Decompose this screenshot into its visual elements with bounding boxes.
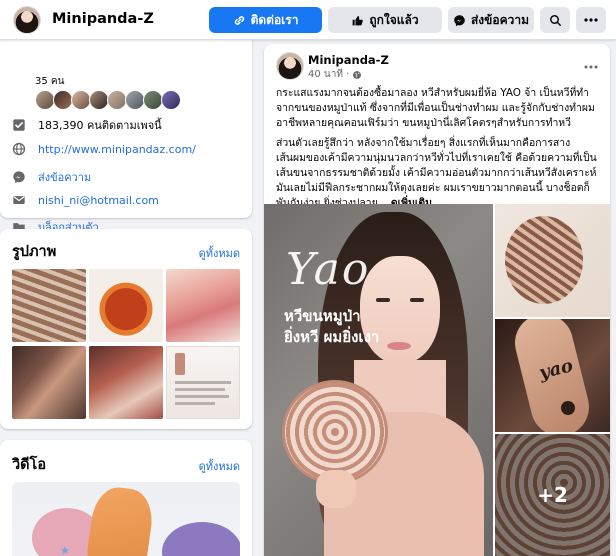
send-message-link[interactable]: ส่งข้อความ bbox=[38, 168, 91, 186]
send-message-button-label: ส่งข้อความ bbox=[470, 12, 529, 27]
videos-title: วิดีโอ bbox=[12, 457, 47, 473]
link-icon bbox=[234, 15, 244, 25]
message-row: ส่งข้อความ bbox=[12, 168, 91, 186]
post-paragraph-text: ส่วนตัวเลยรู้สึกว่า หลังจากใช้มาเรื่อยๆ … bbox=[276, 137, 597, 209]
photos-card: รูปภาพ ดูทั้งหมด bbox=[0, 229, 252, 429]
more-dots-icon bbox=[584, 65, 598, 69]
videos-card: วิดีโอ ดูทั้งหมด ★ bbox=[0, 440, 252, 556]
post-photo[interactable] bbox=[495, 204, 610, 317]
more-photos-count: +2 bbox=[537, 483, 568, 507]
search-icon bbox=[549, 14, 561, 26]
page-title[interactable]: Minipanda-Z bbox=[52, 11, 154, 27]
website-row: http://www.minipandaz.com/ bbox=[12, 142, 196, 156]
about-card: 35 คน 183,390 คนติดตามเพจนี้ http://www.… bbox=[0, 30, 252, 234]
photos-see-all-link[interactable]: ดูทั้งหมด bbox=[199, 244, 240, 262]
friends-count: 35 คน bbox=[35, 76, 65, 87]
more-photos-overlay: +2 bbox=[495, 434, 610, 556]
followers-row: 183,390 คนติดตามเพจนี้ bbox=[12, 116, 162, 134]
post-photo-more[interactable]: +2 bbox=[495, 434, 610, 556]
post-options-button[interactable] bbox=[584, 54, 598, 73]
photo-thumbnail[interactable] bbox=[12, 269, 86, 342]
page-header: Minipanda-Z ติดต่อเรา ถูกใจแล้ว ส่งข้อคว… bbox=[0, 0, 616, 40]
email-link[interactable]: nishi_ni@hotmail.com bbox=[38, 194, 159, 207]
page-avatar[interactable] bbox=[13, 6, 41, 34]
post-author-name[interactable]: Minipanda-Z bbox=[308, 53, 389, 67]
friend-avatar[interactable] bbox=[53, 90, 73, 110]
friend-avatar[interactable] bbox=[107, 90, 127, 110]
contact-button-label: ติดต่อเรา bbox=[250, 12, 299, 27]
friend-avatar[interactable] bbox=[125, 90, 145, 110]
messenger-icon bbox=[12, 170, 26, 184]
messenger-icon bbox=[454, 14, 465, 26]
followers-text: 183,390 คนติดตามเพจนี้ bbox=[38, 119, 162, 132]
overlay-brand-text: Yao bbox=[286, 244, 371, 295]
post-main-photo[interactable]: Yao หวีขนหมูป่า ยิ่งหวี ผมยิ่งเงา bbox=[264, 204, 493, 556]
search-button[interactable] bbox=[540, 7, 570, 33]
overlay-line-2: ยิ่งหวี ผมยิ่งเงา bbox=[284, 328, 380, 346]
photo-thumbnail[interactable] bbox=[166, 269, 240, 342]
friend-avatar[interactable] bbox=[35, 90, 55, 110]
photo-thumbnail[interactable] bbox=[166, 346, 240, 419]
email-icon bbox=[12, 193, 26, 207]
email-row: nishi_ni@hotmail.com bbox=[12, 193, 159, 207]
thumbs-up-icon bbox=[353, 15, 364, 25]
liked-button[interactable]: ถูกใจแล้ว bbox=[328, 7, 442, 33]
photo-thumbnail[interactable] bbox=[12, 346, 86, 419]
friend-avatar[interactable] bbox=[89, 90, 109, 110]
post-author-avatar[interactable] bbox=[276, 52, 304, 80]
website-link[interactable]: http://www.minipandaz.com/ bbox=[38, 143, 196, 156]
photo-thumbnail[interactable] bbox=[89, 269, 163, 342]
post-body: กระแสแรงมากจนต้องซื้อมาลอง หวีสำหรับผมยี… bbox=[276, 86, 598, 216]
more-options-button[interactable] bbox=[576, 7, 606, 33]
star-icon: ★ bbox=[60, 544, 70, 556]
friend-avatar[interactable] bbox=[143, 90, 163, 110]
photo-thumbnail[interactable] bbox=[89, 346, 163, 419]
post-time-text: 40 นาที bbox=[308, 69, 343, 80]
post-timestamp[interactable]: 40 นาที · bbox=[308, 67, 362, 82]
globe-icon bbox=[12, 142, 26, 156]
public-globe-icon bbox=[353, 70, 362, 79]
checkbox-followers-icon bbox=[12, 118, 26, 132]
video-thumbnail[interactable]: ★ bbox=[12, 482, 240, 556]
contact-button[interactable]: ติดต่อเรา bbox=[209, 7, 322, 33]
post-paragraph: ส่วนตัวเลยรู้สึกว่า หลังจากใช้มาเรื่อยๆ … bbox=[276, 136, 598, 211]
post-paragraph: กระแสแรงมากจนต้องซื้อมาลอง หวีสำหรับผมยี… bbox=[276, 87, 595, 129]
videos-see-all-link[interactable]: ดูทั้งหมด bbox=[199, 457, 240, 475]
photos-title: รูปภาพ bbox=[12, 244, 57, 260]
friend-avatar[interactable] bbox=[161, 90, 181, 110]
post-photo[interactable]: yao bbox=[495, 319, 610, 432]
post-card: Minipanda-Z 40 นาที · กระแสแรงมากจนต้องซ… bbox=[264, 44, 610, 556]
send-message-button[interactable]: ส่งข้อความ bbox=[448, 7, 534, 33]
liked-button-label: ถูกใจแล้ว bbox=[369, 12, 419, 27]
friend-avatar[interactable] bbox=[71, 90, 91, 110]
friend-avatars bbox=[35, 90, 181, 110]
more-dots-icon bbox=[584, 18, 598, 22]
